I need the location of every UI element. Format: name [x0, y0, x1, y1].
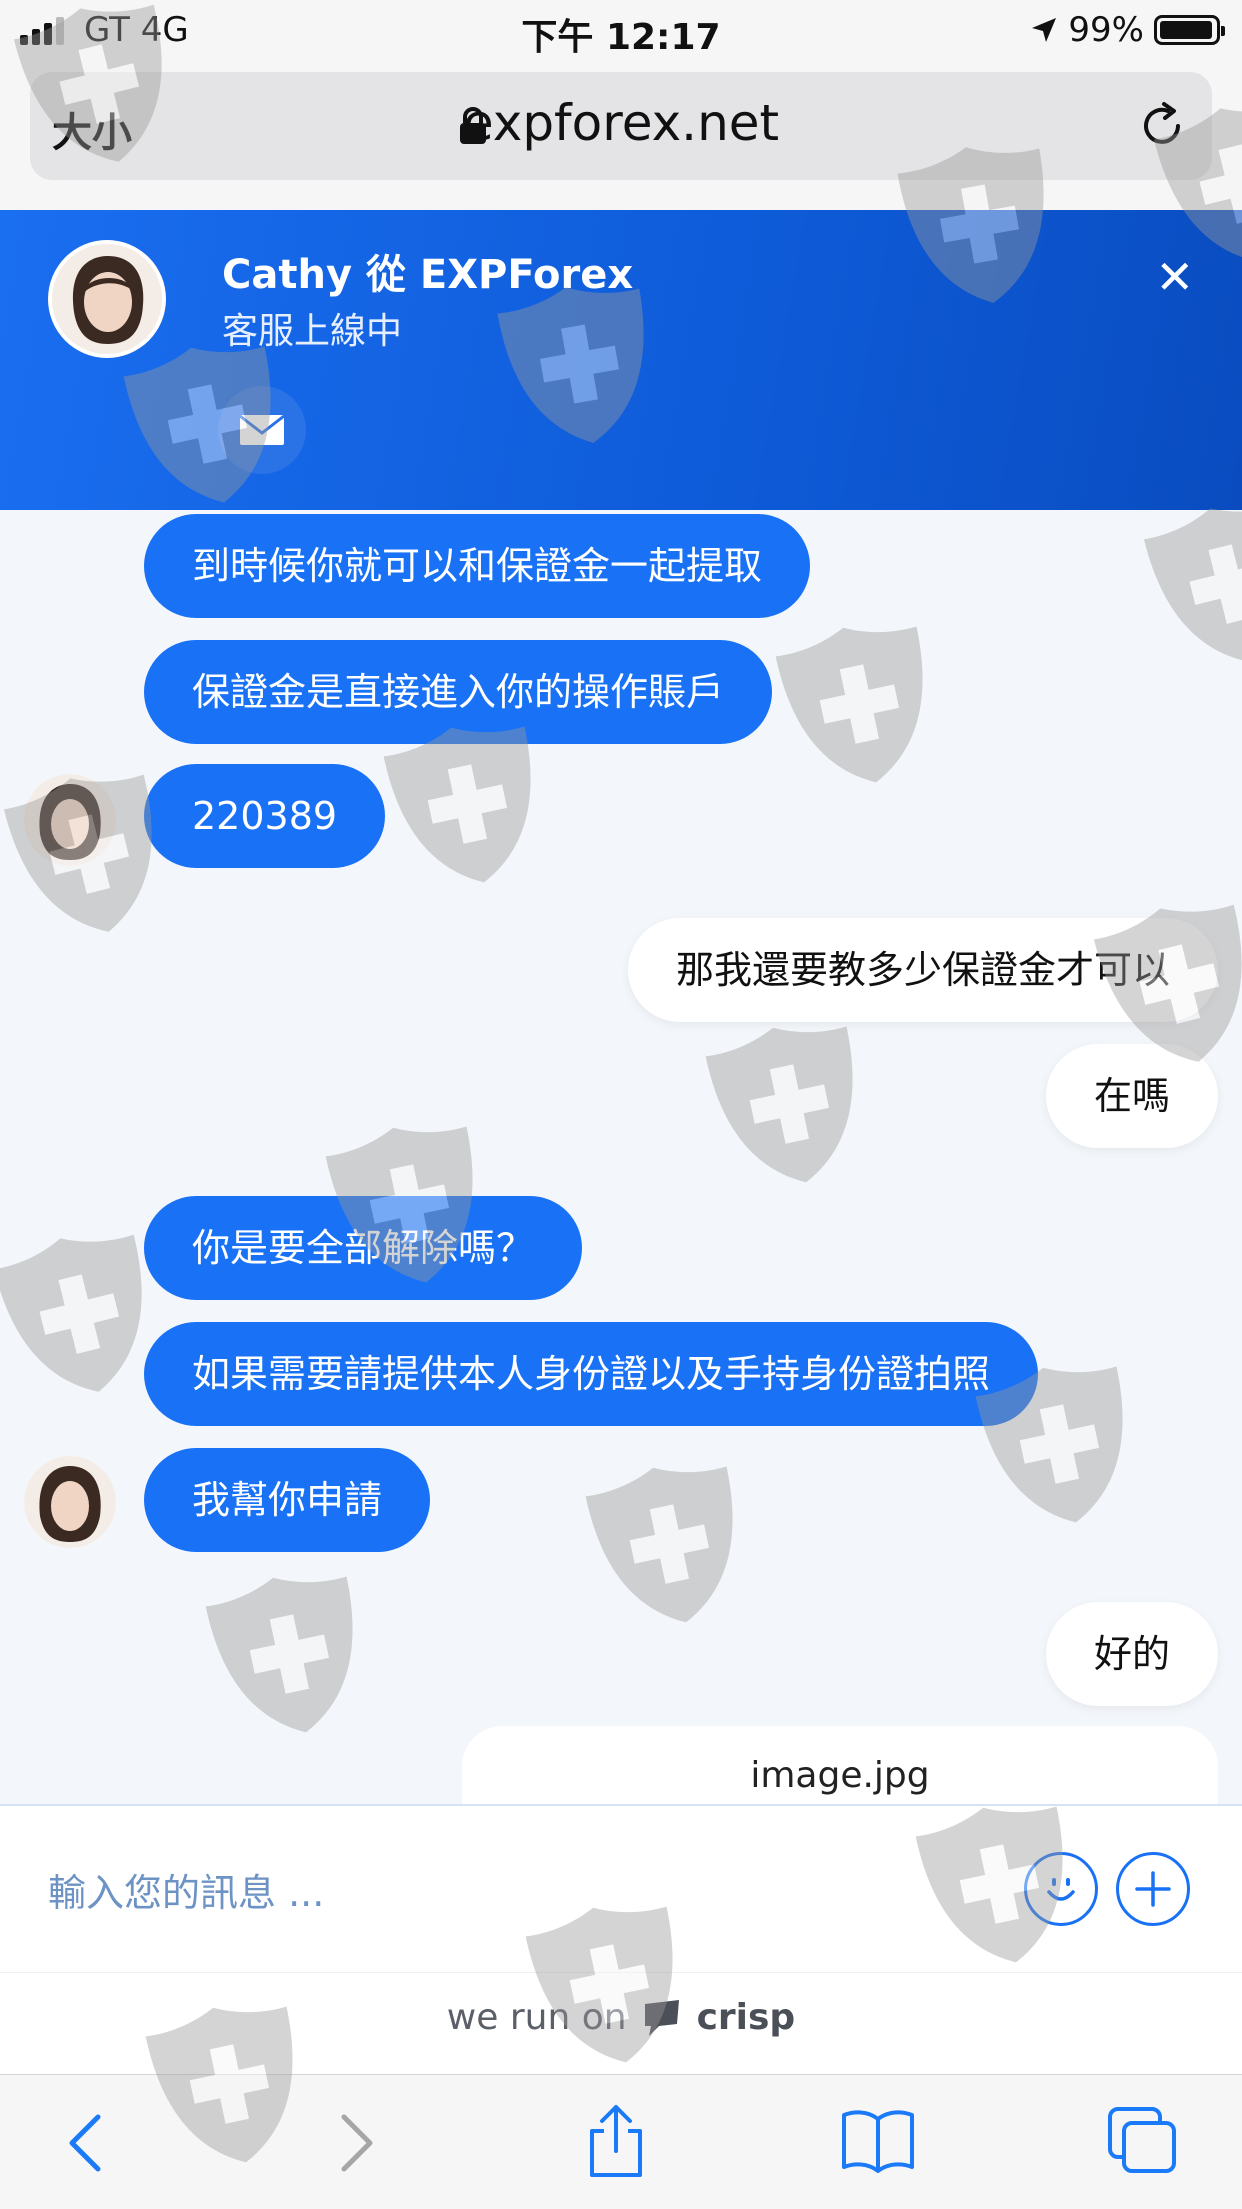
watermark-shield-icon	[764, 605, 957, 808]
message-operator: 到時候你就可以和保證金一起提取	[144, 514, 811, 618]
operator-message-avatar	[24, 774, 116, 866]
message-user: 好的	[1045, 1602, 1218, 1706]
browser-address-area: 大小 expforex.net	[0, 62, 1242, 210]
url-domain: expforex.net	[462, 94, 780, 152]
watermark-shield-icon	[1131, 483, 1242, 691]
watermark-shield-icon	[694, 1005, 887, 1208]
share-icon[interactable]	[584, 2103, 648, 2179]
message-operator: 如果需要請提供本人身份證以及手持身份證拍照	[144, 1322, 1039, 1426]
battery-percent: 99%	[1068, 10, 1144, 50]
emoji-icon	[1047, 1878, 1075, 1901]
crisp-logo-icon	[644, 1999, 679, 2036]
file-attachment[interactable]: image.jpg	[462, 1726, 1218, 1810]
message-operator: 220389	[144, 764, 386, 868]
operator-avatar	[48, 240, 166, 358]
chat-header: Cathy 從 EXPForex 客服上線中 ✕	[0, 210, 1242, 510]
message-user: 在嗎	[1045, 1044, 1218, 1148]
status-bar: GT 4G 下午 12:17 99%	[0, 0, 1242, 62]
location-arrow-icon	[1032, 18, 1057, 42]
chat-status-text: 客服上線中	[222, 311, 403, 352]
tabs-icon[interactable]	[1106, 2105, 1178, 2175]
mail-icon	[239, 414, 285, 445]
operator-message-avatar	[24, 1456, 116, 1548]
message-user: 那我還要教多少保證金才可以	[627, 918, 1218, 1022]
email-button[interactable]	[218, 386, 306, 474]
powered-by-footer[interactable]: we run on crisp	[0, 1972, 1242, 2075]
forward-icon[interactable]	[336, 2113, 376, 2173]
footer-prefix: we run on	[446, 1997, 627, 2038]
footer-brand: crisp	[696, 1997, 796, 2038]
message-operator: 你是要全部解除嗎？	[144, 1196, 583, 1300]
message-composer: 輸入您的訊息 ...	[0, 1804, 1242, 1974]
reload-icon[interactable]	[1136, 100, 1188, 152]
address-bar[interactable]: 大小 expforex.net	[30, 72, 1212, 180]
bookmarks-icon[interactable]	[840, 2107, 916, 2173]
watermark-shield-icon	[574, 1445, 767, 1648]
watermark-shield-icon	[194, 1555, 387, 1758]
message-input[interactable]: 輸入您的訊息 ...	[48, 1862, 324, 1917]
battery-icon	[1154, 15, 1225, 45]
emoji-button[interactable]	[1024, 1852, 1098, 1926]
message-operator: 保證金是直接進入你的操作賬戶	[144, 640, 773, 744]
close-icon[interactable]: ✕	[1155, 250, 1194, 304]
back-icon[interactable]	[66, 2113, 106, 2173]
message-operator: 我幫你申請	[144, 1448, 431, 1552]
browser-toolbar	[0, 2074, 1242, 2209]
plus-icon[interactable]	[1116, 1852, 1190, 1926]
chat-title: Cathy 從 EXPForex	[222, 252, 634, 298]
